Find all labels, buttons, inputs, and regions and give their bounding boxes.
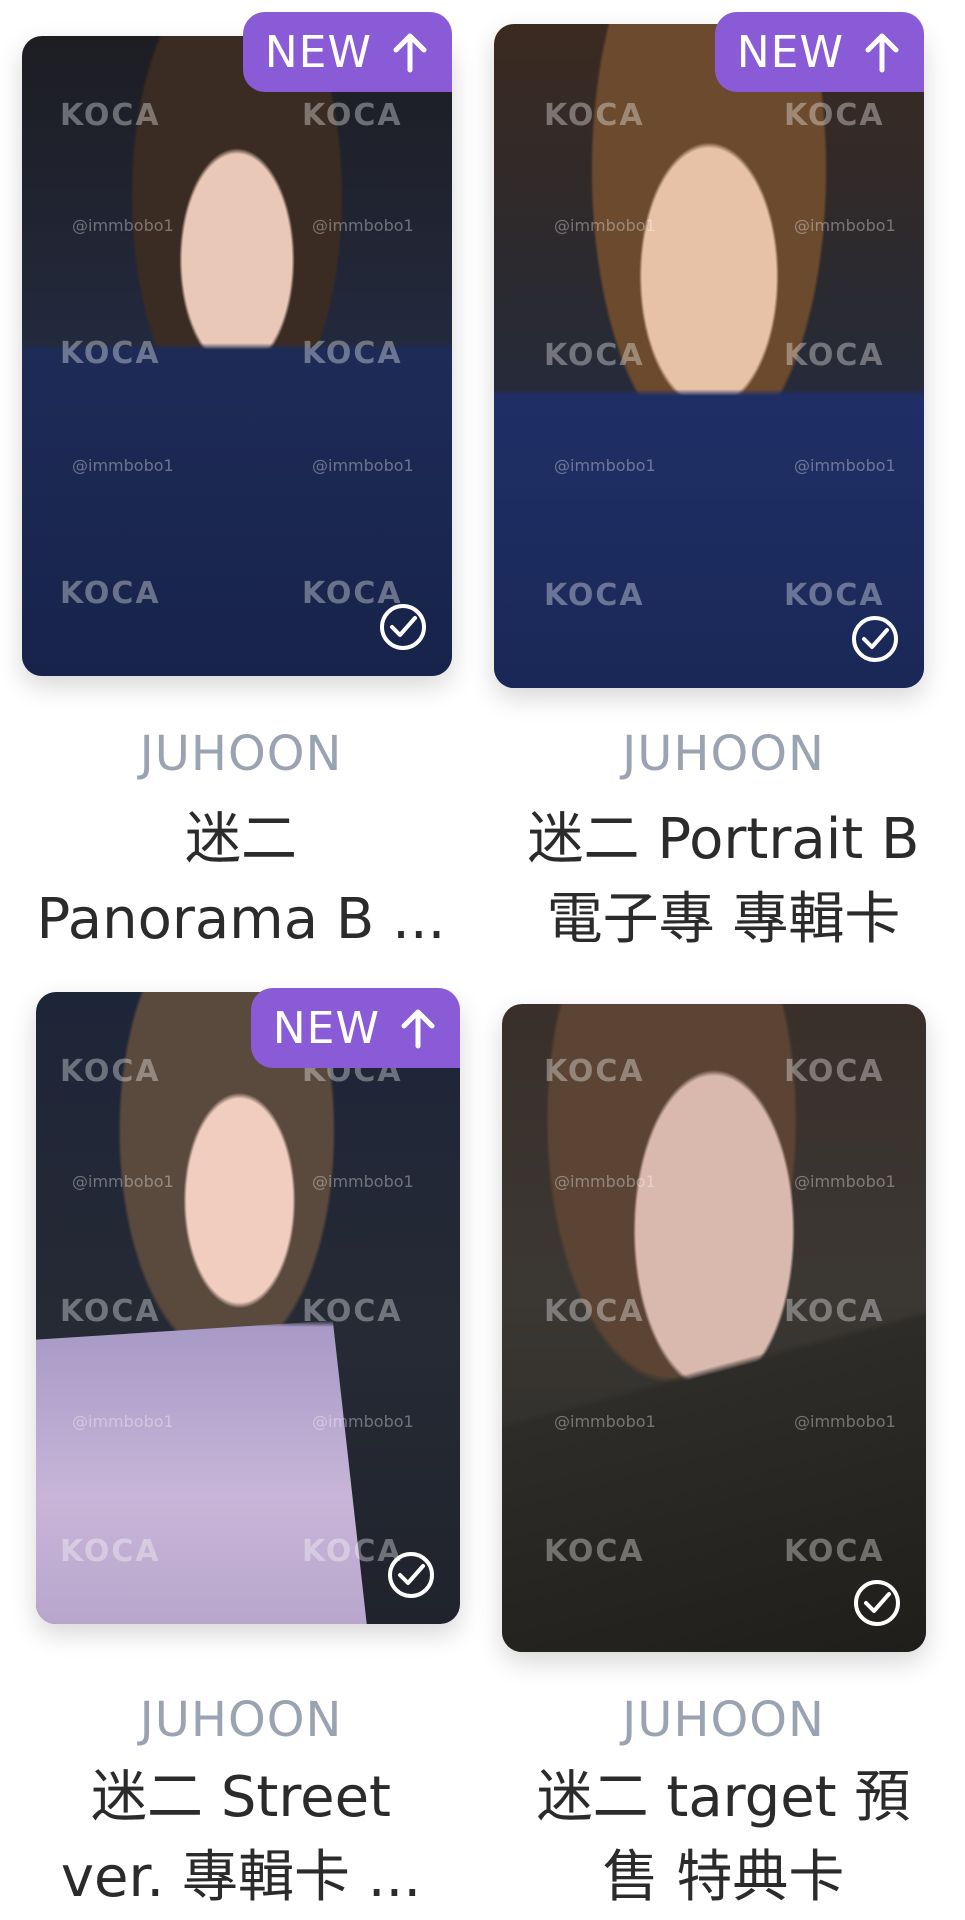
photocard-3[interactable]: KOCA KOCA KOCA KOCA KOCA KOCA @immbobo1 … — [0, 960, 482, 1920]
arrow-up-icon — [393, 33, 427, 73]
arrow-up-icon — [401, 1009, 435, 1049]
owned-check-icon[interactable] — [852, 1578, 902, 1628]
member-name: JUHOON — [139, 726, 343, 782]
new-badge-label: NEW — [272, 1002, 380, 1054]
owned-check-icon[interactable] — [850, 614, 900, 664]
member-name: JUHOON — [622, 1692, 825, 1748]
photocard-1[interactable]: KOCA KOCA KOCA KOCA KOCA KOCA @immbobo1 … — [0, 0, 482, 960]
arrow-up-icon — [865, 33, 899, 73]
owned-check-icon[interactable] — [378, 602, 428, 652]
member-name: JUHOON — [622, 726, 825, 782]
new-badge: NEW — [242, 12, 452, 92]
new-badge: NEW — [250, 988, 460, 1068]
card-title: 迷二 target 預 售 特典卡 — [536, 1765, 911, 1910]
new-badge: NEW — [714, 12, 924, 92]
photocard-image[interactable]: KOCA KOCA KOCA KOCA KOCA KOCA @immbobo1 … — [502, 1004, 926, 1652]
card-title: 迷二 Portrait B 電子專 專輯卡 — [527, 807, 920, 952]
photocard-2[interactable]: KOCA KOCA KOCA KOCA KOCA KOCA @immbobo1 … — [482, 0, 965, 960]
photocard-grid: KOCA KOCA KOCA KOCA KOCA KOCA @immbobo1 … — [0, 0, 965, 1920]
photocard-image[interactable]: KOCA KOCA KOCA KOCA KOCA KOCA @immbobo1 … — [494, 24, 924, 688]
owned-check-icon[interactable] — [386, 1550, 436, 1600]
photocard-4[interactable]: KOCA KOCA KOCA KOCA KOCA KOCA @immbobo1 … — [482, 960, 965, 1920]
member-name: JUHOON — [139, 1692, 343, 1748]
photocard-image[interactable]: KOCA KOCA KOCA KOCA KOCA KOCA @immbobo1 … — [22, 36, 452, 676]
card-title: 迷二 Street ver. 專輯卡 ... — [60, 1765, 422, 1910]
new-badge-label: NEW — [264, 26, 372, 78]
card-title: 迷二 Panorama B ... — [36, 807, 446, 952]
photocard-image[interactable]: KOCA KOCA KOCA KOCA KOCA KOCA @immbobo1 … — [36, 992, 460, 1624]
new-badge-label: NEW — [736, 26, 844, 78]
